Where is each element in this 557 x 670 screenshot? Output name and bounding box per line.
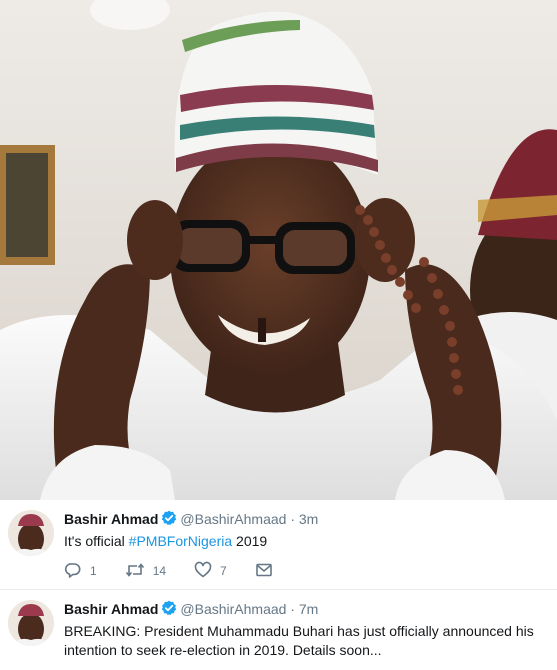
tweet-text-before: It's official (64, 533, 129, 549)
envelope-icon (255, 561, 281, 582)
retweet-button[interactable]: 14 (125, 561, 166, 582)
author-name[interactable]: Bashir Ahmad (64, 511, 158, 527)
tweet-header: Bashir Ahmad @BashirAhmaad · 3m (64, 510, 547, 530)
separator-dot: · (290, 601, 295, 617)
separator-dot: · (290, 511, 295, 527)
direct-message-button[interactable] (255, 561, 281, 582)
photo-illustration (0, 0, 557, 500)
retweet-icon (125, 561, 153, 582)
tweet-item[interactable]: Bashir Ahmad @BashirAhmaad · 3m It's offi… (0, 500, 557, 590)
avatar[interactable] (8, 600, 54, 646)
tweet-timestamp[interactable]: 7m (299, 601, 318, 617)
avatar[interactable] (8, 510, 54, 556)
tweet-timestamp[interactable]: 3m (299, 511, 318, 527)
tweet-content: Bashir Ahmad @BashirAhmaad · 3m It's offi… (64, 510, 547, 581)
tweet-item[interactable]: Bashir Ahmad @BashirAhmaad · 7m BREAKING:… (0, 590, 557, 668)
like-button[interactable]: 7 (194, 561, 227, 582)
tweet-actions: 1 14 7 (64, 561, 547, 581)
author-handle[interactable]: @BashirAhmaad (180, 601, 286, 617)
hashtag-link[interactable]: #PMBForNigeria (129, 533, 232, 549)
tweet-text: It's official #PMBForNigeria 2019 (64, 532, 547, 551)
reply-button[interactable]: 1 (64, 561, 97, 582)
avatar-image (8, 510, 54, 556)
retweet-count: 14 (152, 564, 167, 578)
verified-badge-icon (161, 510, 177, 530)
like-count: 7 (220, 564, 227, 578)
author-name[interactable]: Bashir Ahmad (64, 601, 158, 617)
reply-icon (64, 561, 90, 582)
avatar-image (8, 600, 54, 646)
author-handle[interactable]: @BashirAhmaad (180, 511, 286, 527)
tweet-header: Bashir Ahmad @BashirAhmaad · 7m (64, 600, 547, 620)
tweet-photo[interactable] (0, 0, 557, 500)
heart-icon (194, 561, 220, 582)
tweet-text-after: 2019 (232, 533, 268, 549)
tweet-content: Bashir Ahmad @BashirAhmaad · 7m BREAKING:… (64, 600, 547, 660)
verified-badge-icon (161, 600, 177, 620)
tweet-text: BREAKING: President Muhammadu Buhari has… (64, 623, 534, 658)
reply-count: 1 (90, 564, 97, 578)
